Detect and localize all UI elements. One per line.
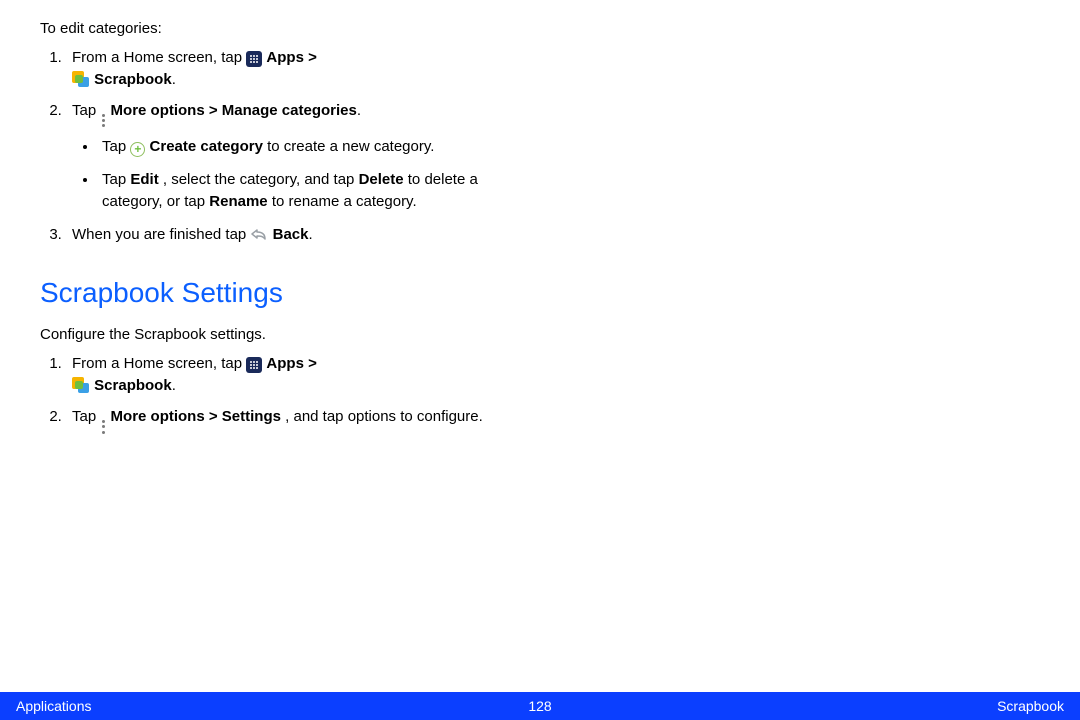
step-text: When you are finished tap [72,226,250,243]
edit-label: Edit [130,171,158,188]
apps-icon [246,51,262,67]
edit-steps: From a Home screen, tap Apps > Scrapbook… [40,47,500,249]
back-label: Back [273,226,309,243]
scrapbook-icon [72,377,90,393]
settings-step-2: Tap More options > Settings , and tap op… [66,406,500,435]
back-icon [250,228,272,245]
footer-page-number: 128 [528,696,551,717]
create-category-label: Create category [150,138,263,155]
bullet-rest: to create a new category. [267,138,434,155]
delete-label: Delete [359,171,404,188]
more-options-path: More options > Manage categories [111,102,357,119]
settings-heading: Scrapbook Settings [40,272,500,314]
edit-step-1: From a Home screen, tap Apps > Scrapbook… [66,47,500,92]
step-text: From a Home screen, tap [72,355,246,372]
more-options-icon [100,419,106,435]
apps-icon [246,357,262,373]
scrapbook-label: Scrapbook [94,71,172,88]
step-text: From a Home screen, tap [72,49,246,66]
edit-bullet-2: Tap Edit , select the category, and tap … [98,169,500,214]
apps-label: Apps > [266,49,316,66]
rename-label: Rename [209,193,267,210]
scrapbook-label: Scrapbook [94,377,172,394]
edit-bullets: Tap + Create category to create a new ca… [72,136,500,214]
period: . [172,71,176,88]
edit-bullet-1: Tap + Create category to create a new ca… [98,136,500,159]
bullet-rest: to rename a category. [272,193,417,210]
footer-right: Scrapbook [997,696,1064,717]
apps-label: Apps > [266,355,316,372]
more-options-icon [100,112,106,128]
scrapbook-icon [72,71,90,87]
step-rest: , and tap options to configure. [285,408,483,425]
settings-steps: From a Home screen, tap Apps > Scrapbook… [40,353,500,435]
page-footer: Applications 128 Scrapbook [0,692,1080,720]
settings-step-1: From a Home screen, tap Apps > Scrapbook… [66,353,500,398]
step-text: Tap [72,102,100,119]
settings-intro: Configure the Scrapbook settings. [40,324,500,347]
plus-icon: + [130,142,145,157]
more-options-settings: More options > Settings [111,408,281,425]
period: . [357,102,361,119]
edit-intro: To edit categories: [40,18,500,41]
bullet-mid: , select the category, and tap [163,171,359,188]
bullet-text: Tap [102,171,130,188]
page-content: To edit categories: From a Home screen, … [0,0,540,435]
period: . [308,226,312,243]
footer-left: Applications [16,696,92,717]
step-text: Tap [72,408,100,425]
edit-step-3: When you are finished tap Back. [66,224,500,249]
period: . [172,377,176,394]
bullet-text: Tap [102,138,130,155]
edit-step-2: Tap More options > Manage categories. Ta… [66,100,500,214]
